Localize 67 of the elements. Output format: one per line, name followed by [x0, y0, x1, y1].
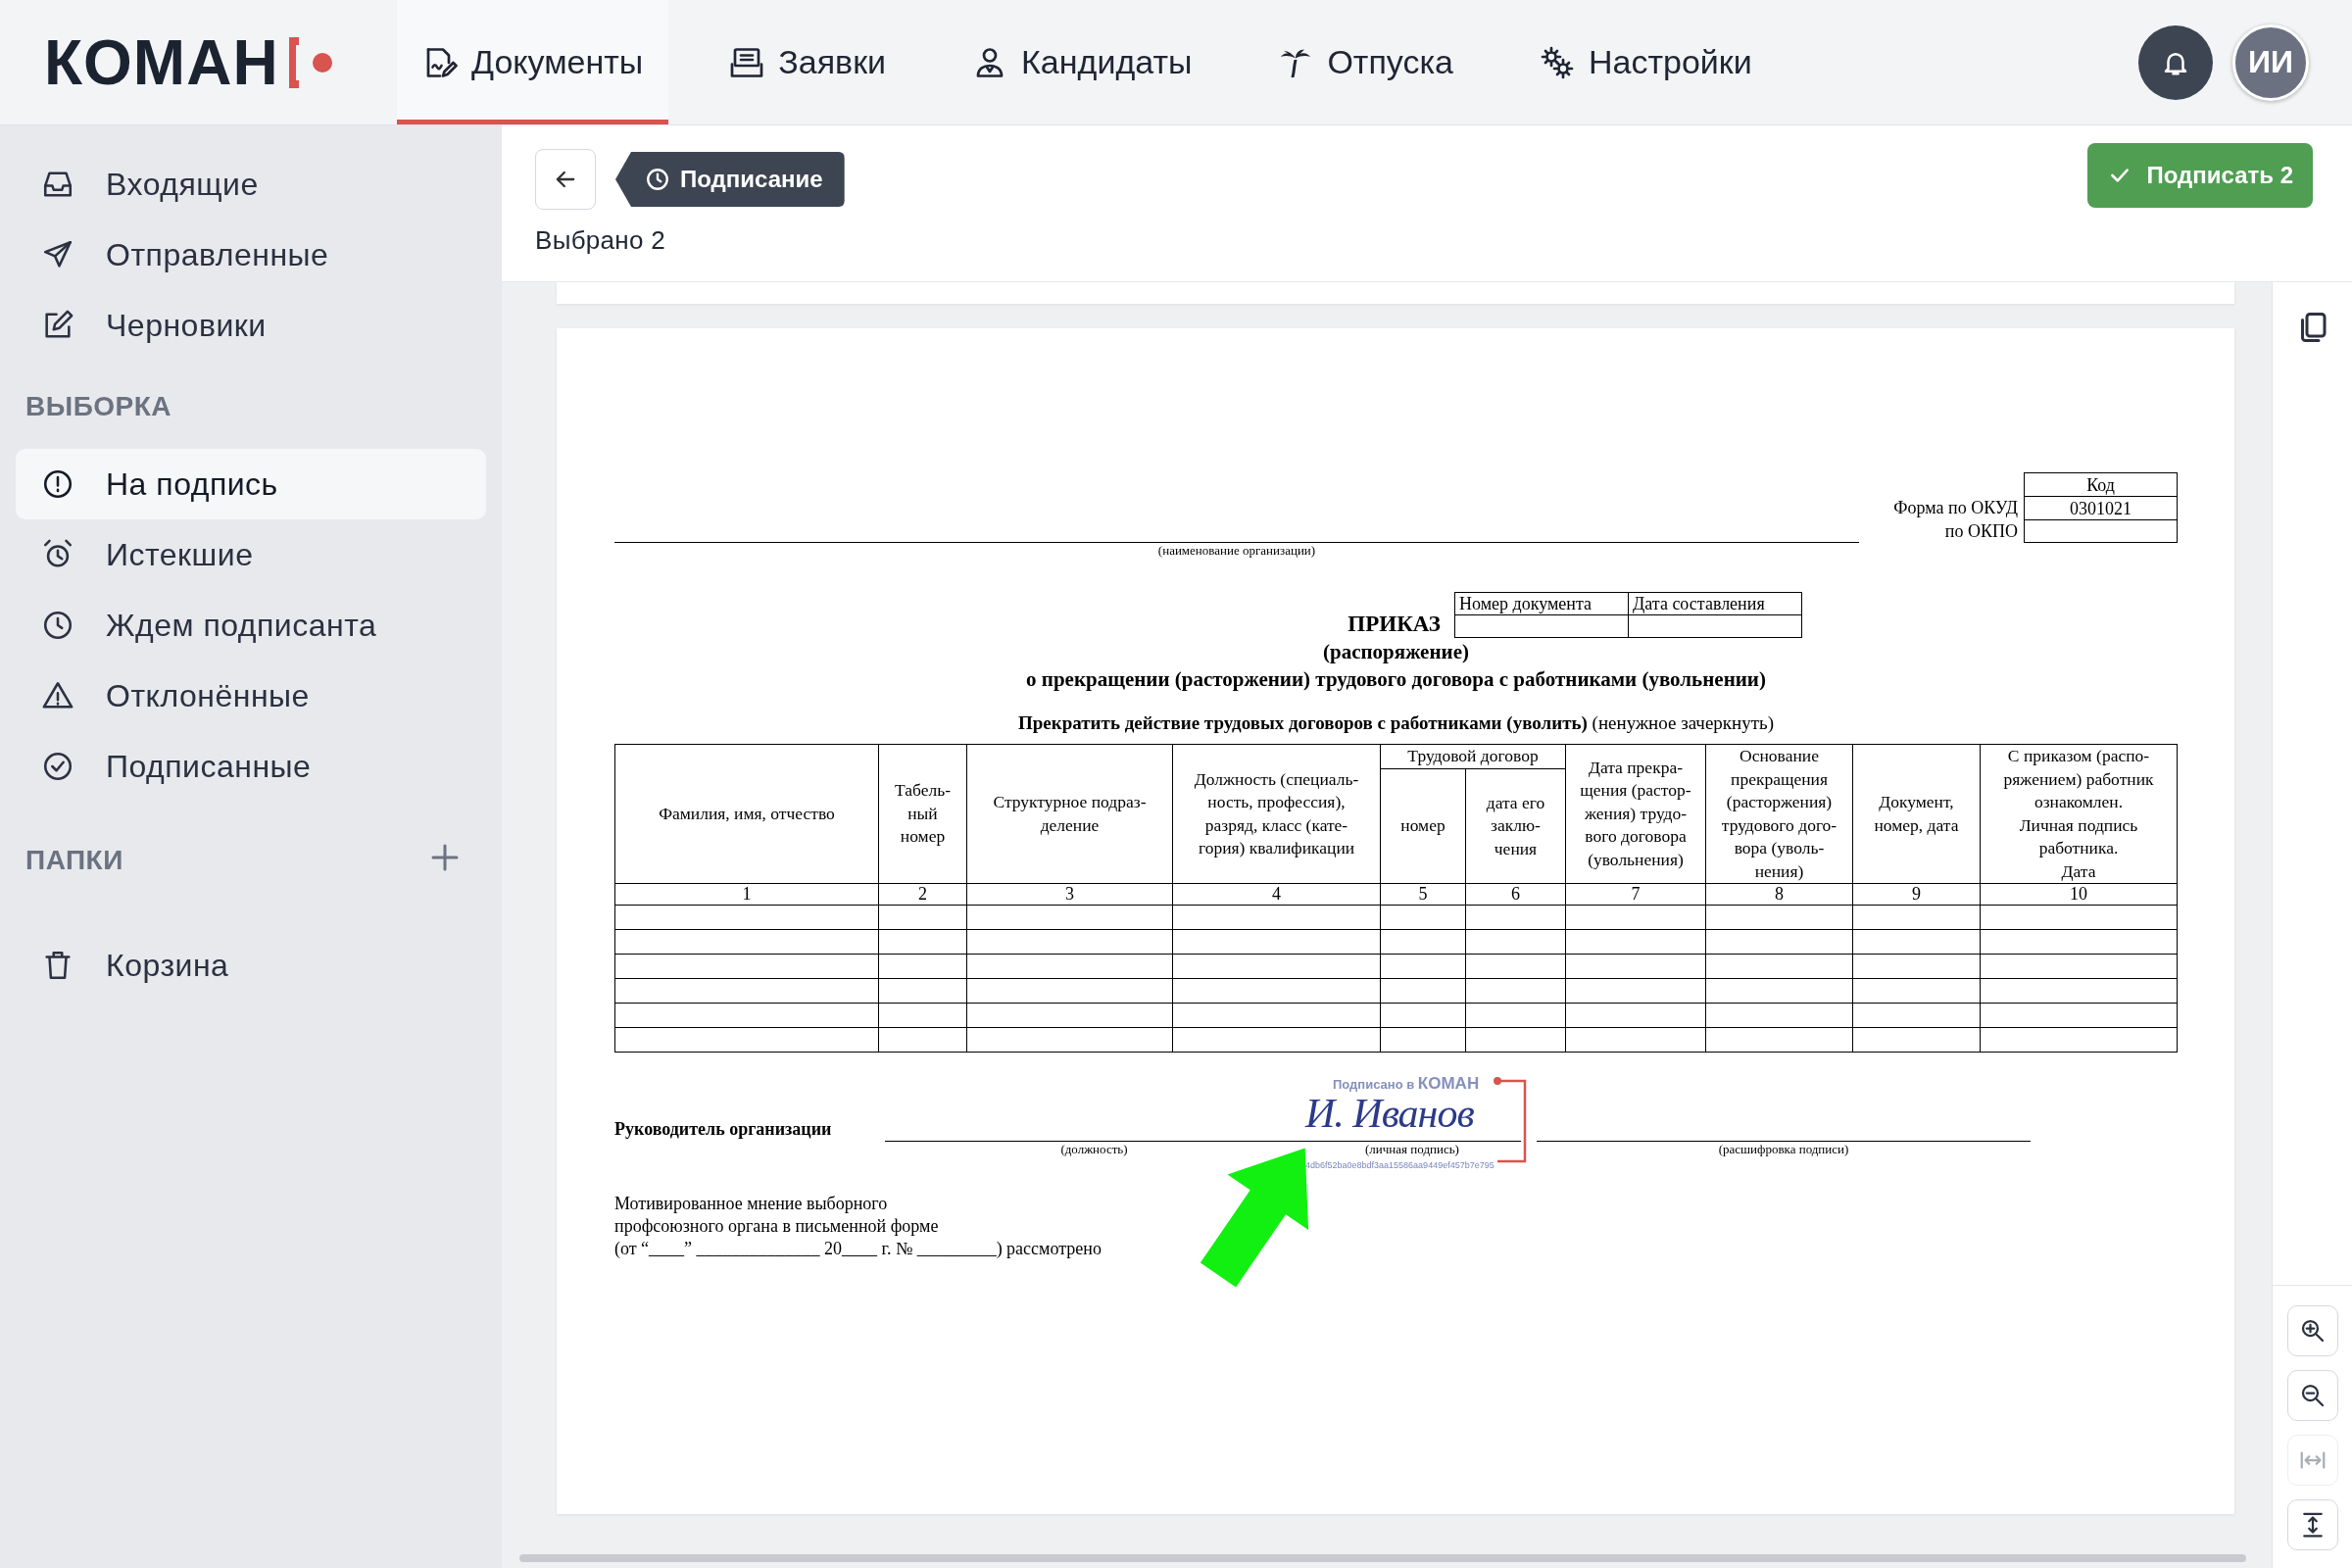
- column-header: Основание прекращения (расторжения) трудового дого- вора (уволь- нения): [1705, 744, 1853, 884]
- column-header: Дата прекра- щения (растор- жения) трудо- вого договора (увольнения): [1565, 744, 1706, 884]
- field-label: Форма по ОКУД: [1892, 497, 2019, 519]
- column-number: 3: [966, 883, 1173, 906]
- nav-tab[interactable]: Документы: [397, 0, 669, 124]
- section-title: ВЫБОРКА: [25, 391, 172, 422]
- column-number: 8: [1705, 883, 1853, 906]
- sidebar-item[interactable]: Истекшие: [16, 519, 486, 590]
- column-header: Документ, номер, дата: [1852, 744, 1981, 884]
- sidebar-item[interactable]: Подписанные: [16, 731, 486, 802]
- signature: И. Иванов: [1305, 1092, 1474, 1135]
- union-note: Мотивированное мнение выборного профсоюзного органа в письменной форме (от “____” ______________ 20____ г. № _________) рассмотрено: [614, 1193, 1102, 1260]
- line-caption: (личная подпись): [1364, 1142, 1460, 1157]
- nav-tab[interactable]: Отпуска: [1252, 0, 1479, 124]
- document-title: ПРИКАЗ: [1347, 611, 1442, 638]
- sidebar-item[interactable]: Черновики: [16, 290, 486, 361]
- sidebar-item[interactable]: Ждем подписанта: [16, 590, 486, 661]
- column-group-header: Трудовой договор: [1380, 744, 1566, 768]
- signer-role: Руководитель организации: [614, 1118, 833, 1140]
- code-header: Код: [2024, 472, 2178, 496]
- sidebar-item[interactable]: Входящие: [16, 149, 486, 220]
- column-header: Структурное подраз- деление: [966, 744, 1173, 884]
- zoom-control[interactable]: [2286, 1499, 2338, 1550]
- scrollbar[interactable]: [519, 1554, 2246, 1562]
- clock-icon: [645, 167, 670, 192]
- line-caption: (наименование организации): [1156, 543, 1317, 560]
- column-number: 6: [1465, 883, 1566, 906]
- sidebar-item[interactable]: Отклонённые: [16, 661, 486, 731]
- okud-code: 0301021: [2024, 496, 2178, 519]
- document-heading: о прекращении (расторжении) трудового договора с работниками (увольнении): [1025, 666, 1767, 693]
- selection-count: Выбрано 2: [535, 225, 667, 256]
- column-header: номер: [1380, 768, 1466, 884]
- status-tag: Подписание: [615, 152, 845, 207]
- column-number: 7: [1565, 883, 1706, 906]
- clock-icon: [41, 609, 74, 642]
- nav-tab[interactable]: Настройки: [1514, 0, 1778, 124]
- sidebar-item[interactable]: На подпись: [16, 449, 486, 519]
- column-header: Должность (специаль- ность, профессия), разряд, класс (кате- гория) квалификации: [1172, 744, 1381, 884]
- zoom-control[interactable]: [2286, 1370, 2338, 1421]
- column-header: Табель- ный номер: [878, 744, 967, 884]
- zoom-control[interactable]: [2286, 1305, 2338, 1356]
- column-number: 9: [1852, 883, 1981, 906]
- gears-icon: [1540, 44, 1575, 80]
- nav-tab[interactable]: Заявки: [704, 0, 912, 124]
- sidebar-item[interactable]: Корзина: [16, 930, 486, 1001]
- field-label: по ОКПО: [1943, 520, 2019, 543]
- column-number: 10: [1980, 883, 2178, 906]
- document-subtitle: (распоряжение): [1322, 639, 1470, 665]
- column-number: 4: [1172, 883, 1381, 906]
- column-header: Фамилия, имя, отчество: [614, 744, 879, 884]
- user-avatar[interactable]: ИИ: [2232, 24, 2309, 101]
- table-header: Номер документа: [1454, 592, 1629, 615]
- column-number: 5: [1380, 883, 1466, 906]
- logo-text: КОМАН: [44, 25, 279, 99]
- line-caption: (расшифровка подписи): [1717, 1142, 1850, 1157]
- check-circle-icon: [41, 750, 74, 783]
- table-header: Дата составления: [1628, 592, 1802, 615]
- signed-label: Подписано в КОМАН: [1333, 1074, 1480, 1094]
- sidebar-item[interactable]: Отправленные: [16, 220, 486, 290]
- section-title: ПАПКИ: [25, 845, 123, 876]
- exclamation-circle-icon: [41, 467, 74, 501]
- column-number: 1: [614, 883, 879, 906]
- nav-tab[interactable]: Кандидаты: [947, 0, 1218, 124]
- column-header: С приказом (распо- ряжением) работник ознакомлен. Личная подпись работника. Дата: [1980, 744, 2178, 884]
- line-caption: (должность): [1059, 1142, 1129, 1157]
- column-number: 2: [878, 883, 967, 906]
- instruction-text: Прекратить действие трудовых договоров с работниками (уволить) (ненужное зачеркнуть): [1017, 712, 1775, 734]
